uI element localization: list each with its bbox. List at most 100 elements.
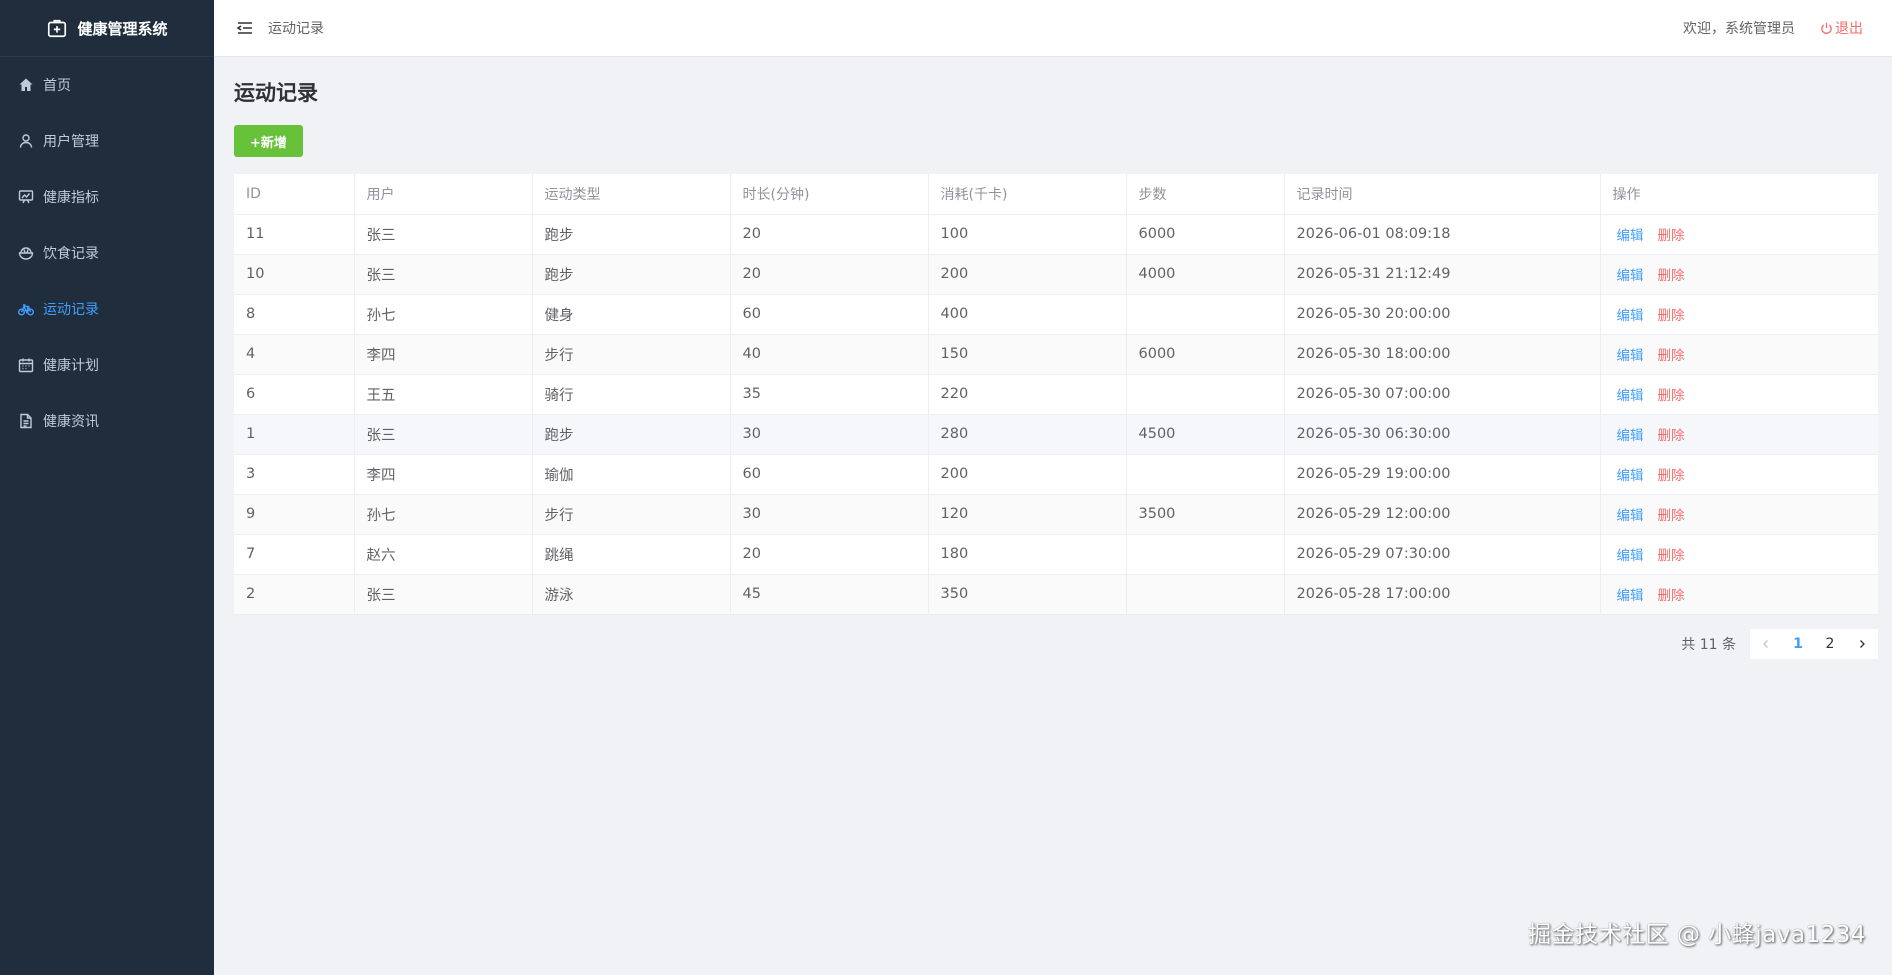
calendar-icon xyxy=(18,358,34,373)
column-header-time[interactable]: 记录时间 xyxy=(1284,174,1601,215)
column-header-user[interactable]: 用户 xyxy=(354,174,533,215)
cell-duration: 60 xyxy=(730,294,929,335)
top-header: 运动记录 欢迎，系统管理员 退出 xyxy=(214,0,1892,57)
delete-button[interactable]: 删除 xyxy=(1658,388,1685,404)
sidebar-item-home[interactable]: 首页 xyxy=(0,57,214,113)
sidebar-item-exercise-records[interactable]: 运动记录 xyxy=(0,281,214,337)
logout-label: 退出 xyxy=(1835,21,1863,37)
medical-kit-icon xyxy=(48,19,67,38)
cell-calories: 150 xyxy=(928,334,1127,375)
cell-user: 张三 xyxy=(354,574,533,615)
column-header-steps[interactable]: 步数 xyxy=(1126,174,1285,215)
delete-button[interactable]: 删除 xyxy=(1658,588,1685,604)
delete-button[interactable]: 删除 xyxy=(1658,348,1685,364)
cell-duration: 20 xyxy=(730,214,929,255)
cell-calories: 200 xyxy=(928,454,1127,495)
table-row: 7 赵六 跳绳 20 180 2026-05-29 07:30:00 编辑 删除 xyxy=(234,534,1878,575)
edit-button[interactable]: 编辑 xyxy=(1617,468,1644,484)
delete-button[interactable]: 删除 xyxy=(1658,228,1685,244)
delete-button[interactable]: 删除 xyxy=(1658,428,1685,444)
column-header-duration[interactable]: 时长(分钟) xyxy=(730,174,929,215)
cell-actions: 编辑 删除 xyxy=(1600,294,1878,335)
cell-time: 2026-05-29 12:00:00 xyxy=(1284,494,1601,535)
delete-button[interactable]: 删除 xyxy=(1658,548,1685,564)
page-title: 运动记录 xyxy=(234,81,318,105)
cell-time: 2026-05-30 18:00:00 xyxy=(1284,334,1601,375)
edit-button[interactable]: 编辑 xyxy=(1617,268,1644,284)
cell-duration: 60 xyxy=(730,454,929,495)
sidebar-item-health-news[interactable]: 健康资讯 xyxy=(0,393,214,449)
table-row: 6 王五 骑行 35 220 2026-05-30 07:00:00 编辑 删除 xyxy=(234,374,1878,415)
cell-time: 2026-05-28 17:00:00 xyxy=(1284,574,1601,615)
cell-calories: 200 xyxy=(928,254,1127,295)
edit-button[interactable]: 编辑 xyxy=(1617,308,1644,324)
cell-time: 2026-05-30 20:00:00 xyxy=(1284,294,1601,335)
cell-user: 张三 xyxy=(354,214,533,255)
cell-actions: 编辑 删除 xyxy=(1600,494,1878,535)
cell-time: 2026-05-29 07:30:00 xyxy=(1284,534,1601,575)
next-page-button[interactable] xyxy=(1846,629,1878,659)
cell-duration: 20 xyxy=(730,254,929,295)
cell-actions: 编辑 删除 xyxy=(1600,214,1878,255)
column-header-type[interactable]: 运动类型 xyxy=(532,174,731,215)
cell-steps xyxy=(1126,454,1285,495)
delete-button[interactable]: 删除 xyxy=(1658,468,1685,484)
delete-button[interactable]: 删除 xyxy=(1658,308,1685,324)
cell-time: 2026-05-31 21:12:49 xyxy=(1284,254,1601,295)
cell-user: 孙七 xyxy=(354,294,533,335)
prev-page-button[interactable] xyxy=(1750,629,1782,659)
delete-button[interactable]: 删除 xyxy=(1658,268,1685,284)
edit-button[interactable]: 编辑 xyxy=(1617,588,1644,604)
cell-id: 10 xyxy=(234,254,355,295)
edit-button[interactable]: 编辑 xyxy=(1617,428,1644,444)
sidebar-item-label: 健康计划 xyxy=(43,358,99,374)
column-header-calories[interactable]: 消耗(千卡) xyxy=(928,174,1127,215)
cell-calories: 120 xyxy=(928,494,1127,535)
add-button[interactable]: +新增 xyxy=(234,125,303,157)
main-content: 运动记录 +新增 ID 用户 运动类型 时长(分钟) 消耗(千卡) 步数 记录时… xyxy=(214,57,1892,975)
delete-button[interactable]: 删除 xyxy=(1658,508,1685,524)
cell-calories: 100 xyxy=(928,214,1127,255)
cell-actions: 编辑 删除 xyxy=(1600,414,1878,455)
exercise-table: ID 用户 运动类型 时长(分钟) 消耗(千卡) 步数 记录时间 操作 11 张三… xyxy=(234,174,1878,615)
edit-button[interactable]: 编辑 xyxy=(1617,548,1644,564)
cell-type: 跑步 xyxy=(532,214,731,255)
sidebar-item-health-indicators[interactable]: 健康指标 xyxy=(0,169,214,225)
page-number-1[interactable]: 1 xyxy=(1782,629,1814,659)
cell-id: 8 xyxy=(234,294,355,335)
sidebar-item-diet-records[interactable]: 饮食记录 xyxy=(0,225,214,281)
cell-duration: 45 xyxy=(730,574,929,615)
page-number-2[interactable]: 2 xyxy=(1814,629,1846,659)
table-row: 2 张三 游泳 45 350 2026-05-28 17:00:00 编辑 删除 xyxy=(234,574,1878,615)
logout-button[interactable]: 退出 xyxy=(1820,18,1863,38)
column-header-id[interactable]: ID xyxy=(234,174,355,215)
welcome-text: 欢迎，系统管理员 xyxy=(1683,21,1795,37)
cell-user: 李四 xyxy=(354,334,533,375)
cell-steps xyxy=(1126,294,1285,335)
pagination-total: 共 11 条 xyxy=(1681,637,1736,653)
cell-type: 跑步 xyxy=(532,414,731,455)
cell-type: 步行 xyxy=(532,334,731,375)
cell-actions: 编辑 删除 xyxy=(1600,374,1878,415)
edit-button[interactable]: 编辑 xyxy=(1617,228,1644,244)
home-icon xyxy=(19,78,33,91)
edit-button[interactable]: 编辑 xyxy=(1617,508,1644,524)
menu-fold-icon[interactable] xyxy=(236,19,254,37)
column-header-actions: 操作 xyxy=(1600,174,1878,215)
cell-time: 2026-06-01 08:09:18 xyxy=(1284,214,1601,255)
cell-user: 张三 xyxy=(354,254,533,295)
sidebar-item-users[interactable]: 用户管理 xyxy=(0,113,214,169)
cell-duration: 30 xyxy=(730,494,929,535)
cell-calories: 350 xyxy=(928,574,1127,615)
cell-type: 跑步 xyxy=(532,254,731,295)
cell-actions: 编辑 删除 xyxy=(1600,574,1878,615)
cell-duration: 30 xyxy=(730,414,929,455)
edit-button[interactable]: 编辑 xyxy=(1617,388,1644,404)
cell-steps xyxy=(1126,534,1285,575)
table-row: 4 李四 步行 40 150 6000 2026-05-30 18:00:00 编辑 删除 xyxy=(234,334,1878,375)
cell-actions: 编辑 删除 xyxy=(1600,254,1878,295)
sidebar-item-health-plan[interactable]: 健康计划 xyxy=(0,337,214,393)
cell-actions: 编辑 删除 xyxy=(1600,334,1878,375)
cell-calories: 220 xyxy=(928,374,1127,415)
edit-button[interactable]: 编辑 xyxy=(1617,348,1644,364)
